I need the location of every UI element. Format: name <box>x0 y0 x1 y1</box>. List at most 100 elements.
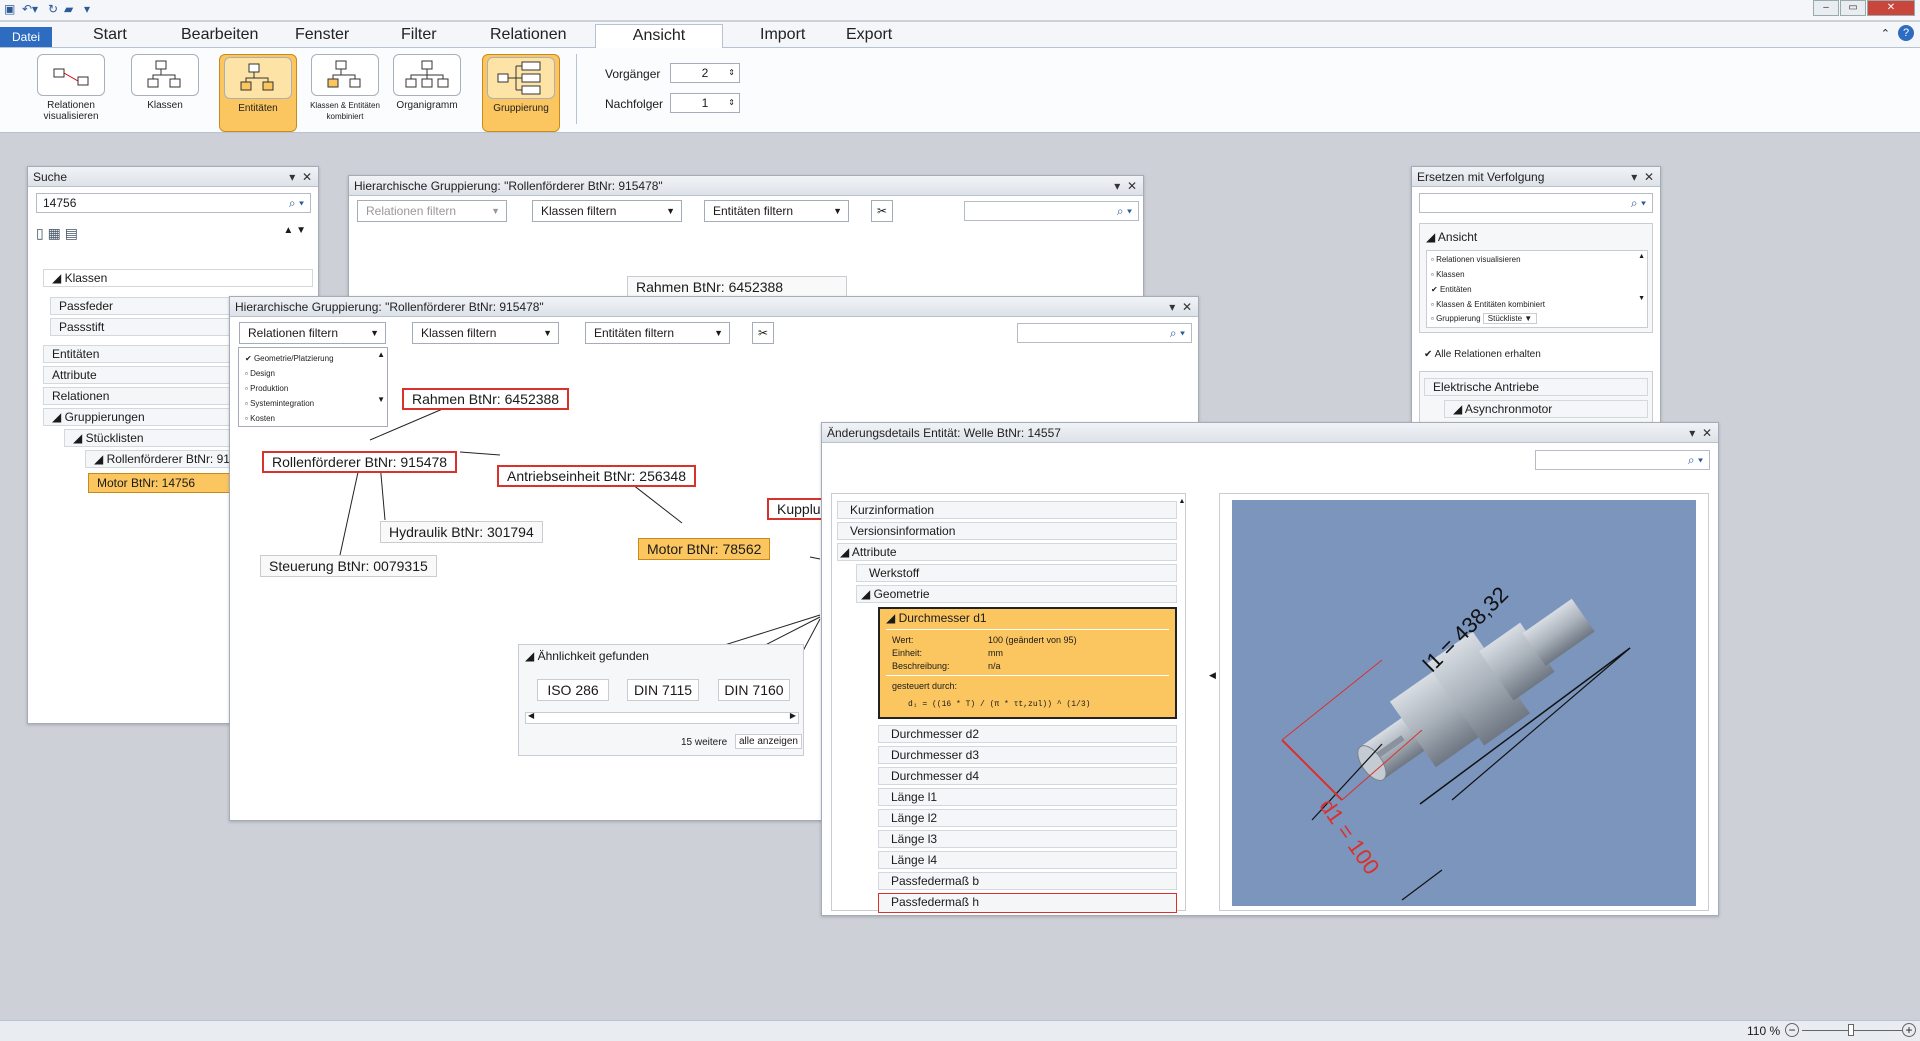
row-durchmesser-d3[interactable]: Durchmesser d3 <box>878 746 1177 764</box>
panel-controls[interactable]: ▾ ✕ <box>1631 167 1654 187</box>
panel-controls[interactable]: ▾ ✕ <box>289 167 312 187</box>
gruppierung-select[interactable]: Stückliste ▼ <box>1482 313 1538 324</box>
tab-bearbeiten[interactable]: Bearbeiten <box>181 26 258 44</box>
tag-din-7115[interactable]: DIN 7115 <box>627 679 699 701</box>
row-laenge-l2[interactable]: Länge l2 <box>878 809 1177 827</box>
hg-back-search-input[interactable]: ⌕ ▾ <box>964 201 1139 221</box>
tab-start[interactable]: Start <box>93 26 127 44</box>
tab-import[interactable]: Import <box>760 26 805 44</box>
stepper-arrows-icon[interactable]: ⇕ <box>728 64 735 82</box>
durchmesser-d1-card[interactable]: ◢ Durchmesser d1 Wert: 100 (geändert von… <box>878 607 1177 719</box>
open-icon[interactable]: ▰ <box>64 2 73 16</box>
node-motor-selected[interactable]: Motor BtNr: 78562 <box>638 538 771 560</box>
tree-asynchronmotor[interactable]: ◢ Asynchronmotor <box>1444 400 1648 418</box>
close-button[interactable]: ✕ <box>1867 0 1915 16</box>
row-passfedermass-b[interactable]: Passfedermaß b <box>878 872 1177 890</box>
opt-entitaeten[interactable]: ✔ Entitäten <box>1431 285 1472 294</box>
d1-wert: 100 (geändert von 95) <box>988 635 1077 645</box>
relationen-visualisieren-button[interactable]: Relationen visualisieren <box>36 54 106 122</box>
organigramm-button[interactable]: Organigramm <box>392 54 462 111</box>
row-durchmesser-d2[interactable]: Durchmesser d2 <box>878 725 1177 743</box>
ersetzen-search-input[interactable]: ⌕ ▾ <box>1419 193 1653 213</box>
panel-controls[interactable]: ▾ ✕ <box>1689 423 1712 443</box>
tools-icon[interactable]: ✂ <box>871 200 893 222</box>
save-icon[interactable]: ▣ <box>4 2 15 16</box>
tree-klassen[interactable]: ◢ Klassen <box>43 269 313 287</box>
row-werkstoff[interactable]: Werkstoff <box>856 564 1177 582</box>
gruppierung-button[interactable]: Gruppierung <box>482 54 560 132</box>
opt-relationen[interactable]: ▫ Relationen visualisieren <box>1431 255 1521 264</box>
zoom-in-button[interactable]: + <box>1902 1023 1916 1037</box>
undo-icon[interactable]: ↶▾ <box>22 2 38 16</box>
row-attribute[interactable]: ◢ Attribute <box>837 543 1177 561</box>
row-laenge-l1[interactable]: Länge l1 <box>878 788 1177 806</box>
tab-filter[interactable]: Filter <box>401 26 437 44</box>
klassen-entitaeten-kombiniert-button[interactable]: Klassen & Entitäten kombiniert <box>305 54 385 122</box>
nachfolger-stepper[interactable]: 1 ⇕ <box>670 93 740 113</box>
search-icon[interactable]: ⌕ ▾ <box>289 194 304 212</box>
tab-export[interactable]: Export <box>846 26 892 44</box>
cad-view[interactable]: l1 = 438,32 d1 = 100 <box>1219 493 1709 911</box>
row-passfedermass-h[interactable]: Passfedermaß h <box>878 893 1177 913</box>
collapse-arrow-icon[interactable]: ◀ <box>1209 670 1216 681</box>
collapse-ribbon-icon[interactable]: ⌃ <box>1881 27 1890 40</box>
redo-icon[interactable]: ↻ <box>48 2 58 16</box>
relationen-filtern-dropdown[interactable]: Relationen filtern ▼ <box>357 200 507 222</box>
view-mode-icons[interactable]: ▯ ▦ ▤ <box>36 225 78 242</box>
node-rollenfoerderer[interactable]: Rollenförderer BtNr: 915478 <box>262 451 458 473</box>
alle-relationen-checkbox[interactable]: ✔ Alle Relationen erhalten <box>1424 349 1541 360</box>
maximize-button[interactable]: ▭ <box>1840 0 1866 16</box>
ansicht-list: ▫ Relationen visualisieren ▫ Klassen ✔ E… <box>1426 250 1648 328</box>
tag-iso-286[interactable]: ISO 286 <box>537 679 609 701</box>
tag-din-7160[interactable]: DIN 7160 <box>718 679 790 701</box>
d1-gesteuert-label: gesteuert durch: <box>892 681 958 691</box>
panel-controls[interactable]: ▾ ✕ <box>1114 176 1137 196</box>
customize-icon[interactable]: ▾ <box>84 2 90 16</box>
d1-title: ◢ Durchmesser d1 <box>886 611 987 625</box>
suche-input[interactable]: 14756 ⌕ ▾ <box>36 193 311 213</box>
node-steuerung[interactable]: Steuerung BtNr: 0079315 <box>260 555 437 577</box>
hg-back-title: Hierarchische Gruppierung: "Rollenförder… <box>349 176 1143 196</box>
klassen-filtern-dropdown[interactable]: Klassen filtern ▼ <box>532 200 682 222</box>
tree-elektrische-antriebe[interactable]: Elektrische Antriebe <box>1424 378 1648 396</box>
node-rahmen-back[interactable]: Rahmen BtNr: 6452388 <box>627 276 847 298</box>
search-icon[interactable]: ⌕ ▾ <box>1688 451 1703 469</box>
row-kurzinformation[interactable]: Kurzinformation <box>837 501 1177 519</box>
details-scrollbar[interactable]: ▲ <box>1178 498 1186 908</box>
row-durchmesser-d4[interactable]: Durchmesser d4 <box>878 767 1177 785</box>
row-laenge-l4[interactable]: Länge l4 <box>878 851 1177 869</box>
alle-anzeigen-button[interactable]: alle anzeigen <box>735 734 802 749</box>
entitaeten-button[interactable]: Entitäten <box>219 54 297 132</box>
row-laenge-l3[interactable]: Länge l3 <box>878 830 1177 848</box>
sort-arrows-icon[interactable]: ▲ ▼ <box>283 225 306 236</box>
search-icon[interactable]: ⌕ ▾ <box>1631 194 1646 212</box>
help-icon[interactable]: ? <box>1898 25 1914 41</box>
stepper-arrows-icon[interactable]: ⇕ <box>728 94 735 112</box>
tab-fenster[interactable]: Fenster <box>295 26 349 44</box>
combined-icon <box>311 54 379 96</box>
ribbon-tabs: Start Bearbeiten Fenster Filter Relation… <box>0 22 1920 48</box>
zoom-slider-thumb[interactable] <box>1848 1024 1854 1036</box>
aehnlichkeit-scrollbar[interactable]: ◀ ▶ <box>525 711 799 724</box>
node-rahmen[interactable]: Rahmen BtNr: 6452388 <box>402 388 570 410</box>
node-kupplung[interactable]: Kupplu <box>767 498 827 520</box>
entitaeten-filtern-dropdown[interactable]: Entitäten filtern ▼ <box>704 200 849 222</box>
node-hydraulik[interactable]: Hydraulik BtNr: 301794 <box>380 521 543 543</box>
tab-ansicht[interactable]: Ansicht <box>595 24 723 48</box>
row-geometrie[interactable]: ◢ Geometrie <box>856 585 1177 603</box>
tab-relationen[interactable]: Relationen <box>490 26 567 44</box>
opt-klassen[interactable]: ▫ Klassen <box>1431 270 1465 279</box>
vorgaenger-stepper[interactable]: 2 ⇕ <box>670 63 740 83</box>
row-versionsinformation[interactable]: Versionsinformation <box>837 522 1177 540</box>
klassen-button[interactable]: Klassen <box>130 54 200 111</box>
d1-wert-label: Wert: <box>892 635 914 645</box>
opt-gruppierung[interactable]: ▫ Gruppierung Stückliste ▼ <box>1431 313 1538 324</box>
datei-button[interactable]: Datei <box>0 27 52 47</box>
scrollbar[interactable]: ▲ ▼ <box>1638 253 1645 302</box>
minimize-button[interactable]: – <box>1813 0 1839 16</box>
opt-kombiniert[interactable]: ▫ Klassen & Entitäten kombiniert <box>1431 300 1545 309</box>
node-antriebseinheit[interactable]: Antriebseinheit BtNr: 256348 <box>497 465 696 487</box>
search-icon[interactable]: ⌕ ▾ <box>1117 202 1132 220</box>
zoom-out-button[interactable]: − <box>1785 1023 1799 1037</box>
details-search-input[interactable]: ⌕ ▾ <box>1535 450 1710 470</box>
